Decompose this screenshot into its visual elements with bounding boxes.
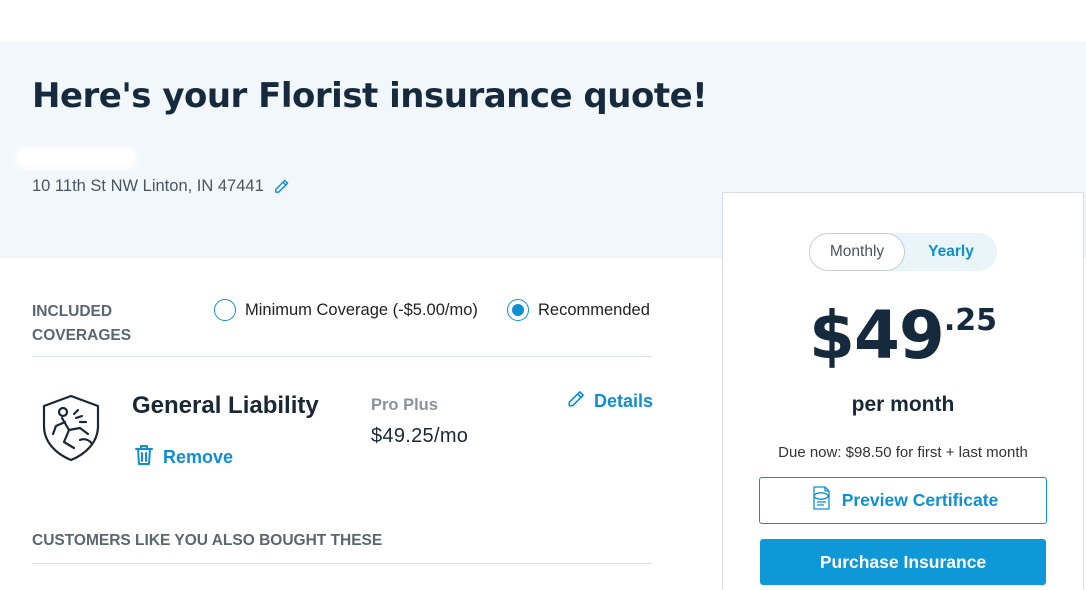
business-address: 10 11th St NW Linton, IN 47441 [32, 177, 290, 196]
price-cents: .25 [943, 303, 997, 338]
radio-selected-icon[interactable] [507, 299, 529, 321]
recommended-coverage-radio[interactable]: Recommended [507, 299, 650, 321]
pencil-icon [566, 389, 586, 414]
minimum-coverage-label: Minimum Coverage (-$5.00/mo) [245, 300, 478, 319]
policy-price: $49.25/mo [371, 425, 469, 447]
preview-certificate-label: Preview Certificate [841, 490, 999, 510]
acord-certificate-icon [808, 485, 834, 516]
remove-button[interactable]: Remove [134, 444, 233, 471]
yearly-toggle-option[interactable]: Yearly [905, 233, 997, 271]
monthly-toggle-option[interactable]: Monthly [809, 233, 905, 271]
due-now-text: Due now: $98.50 for first + last month [778, 444, 1028, 461]
general-liability-shield-icon [36, 392, 106, 462]
remove-label: Remove [163, 447, 234, 467]
page-title: Here's your Florist insurance quote! [32, 76, 708, 116]
redacted-business-name [18, 150, 134, 166]
included-coverages-label: INCLUDED COVERAGES [32, 303, 132, 344]
billing-frequency-toggle: Monthly Yearly [809, 233, 997, 271]
price-period: per month [851, 393, 955, 416]
total-price: $49.25 [723, 297, 1083, 374]
preview-certificate-button[interactable]: Preview Certificate [759, 477, 1047, 524]
radio-unselected-icon[interactable] [214, 299, 236, 321]
minimum-coverage-radio[interactable]: Minimum Coverage (-$5.00/mo) [214, 299, 478, 321]
address-text: 10 11th St NW Linton, IN 47441 [32, 177, 264, 195]
policy-tier: Pro Plus [371, 396, 438, 414]
divider [32, 356, 652, 357]
details-label: Details [594, 391, 654, 411]
policy-name: General Liability [132, 392, 319, 419]
purchase-insurance-button[interactable]: Purchase Insurance [760, 539, 1046, 585]
trash-icon [134, 444, 154, 471]
also-bought-heading: CUSTOMERS LIKE YOU ALSO BOUGHT THESE [32, 532, 383, 549]
recommended-label: Recommended [538, 300, 650, 319]
details-link[interactable]: Details [566, 389, 653, 414]
pencil-icon[interactable] [273, 178, 290, 195]
price-summary-card: Monthly Yearly $49.25 per month Due now:… [722, 192, 1084, 590]
price-dollars: $49 [809, 297, 945, 374]
divider [32, 563, 652, 564]
